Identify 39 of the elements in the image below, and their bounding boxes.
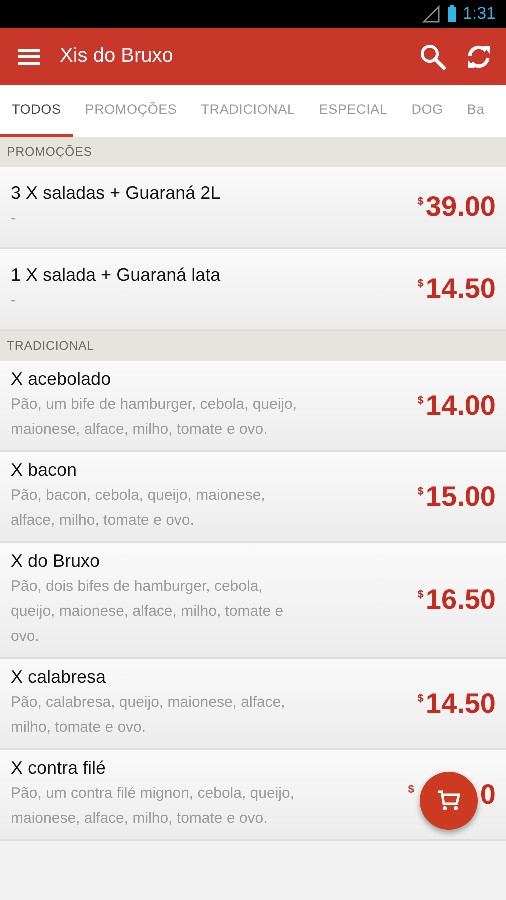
- app-title: Xis do Bruxo: [60, 45, 174, 68]
- clock-time: 1:31: [462, 4, 496, 24]
- item-price: 15.00: [426, 480, 496, 512]
- menu-item-row[interactable]: X contra filé Pão, um contra filé mignon, cebola, queijo, maionese, alface, milho, tomate e ovo. $ 0: [0, 750, 506, 841]
- menu-item-row[interactable]: X calabresa Pão, calabresa, queijo, maionese, alface, milho, tomate e ovo. $14.50: [0, 659, 506, 750]
- item-name: 1 X salada + Guaraná lata: [11, 265, 222, 286]
- currency-symbol: $: [418, 278, 424, 290]
- item-price: 0: [480, 778, 496, 810]
- item-name: X bacon: [11, 460, 78, 481]
- currency-symbol: $: [418, 196, 424, 208]
- item-name: X do Bruxo: [11, 551, 102, 572]
- menu-item-row[interactable]: 1 X salada + Guaraná lata - $14.50: [0, 249, 506, 331]
- item-description: -: [11, 291, 17, 311]
- item-description: Pão, dois bifes de hamburger, cebola, queijo, maionese, alface, milho, tomate e ovo.: [11, 577, 285, 647]
- item-description: Pão, bacon, cebola, queijo, maionese, alface, milho, tomate e ovo.: [11, 486, 266, 531]
- item-price: 39.00: [426, 191, 496, 223]
- item-description: Pão, um contra filé mignon, cebola, queijo, maionese, alface, milho, tomate e ovo.: [11, 784, 296, 829]
- item-price: 14.00: [426, 390, 496, 422]
- currency-symbol: $: [408, 784, 414, 796]
- currency-symbol: $: [418, 692, 424, 704]
- menu-item-row[interactable]: 3 X saladas + Guaraná 2L - $39.00: [0, 167, 506, 249]
- item-description: -: [11, 209, 17, 229]
- currency-symbol: $: [418, 589, 424, 601]
- item-name: X acebolado: [11, 369, 112, 390]
- item-name: 3 X saladas + Guaraná 2L: [11, 183, 222, 204]
- menu-item-row[interactable]: X acebolado Pão, um bife de hamburger, cebola, queijo, maionese, alface, milho, tomate e ovo. $14.00: [0, 361, 506, 452]
- item-price: 14.50: [426, 273, 496, 305]
- item-price: 14.50: [426, 688, 496, 720]
- item-description: Pão, um bife de hamburger, cebola, queijo, maionese, alface, milho, tomate e ovo.: [11, 395, 298, 440]
- menu-item-row[interactable]: X bacon Pão, bacon, cebola, queijo, maionese, alface, milho, tomate e ovo. $15.00: [0, 452, 506, 543]
- item-description: Pão, calabresa, queijo, maionese, alface, milho, tomate e ovo.: [11, 693, 286, 738]
- section-title: PROMOÇÕES: [7, 145, 92, 159]
- menu-item-row[interactable]: X do Bruxo Pão, dois bifes de hamburger, cebola, queijo, maionese, alface, milho, tomate e ovo. $16.50: [0, 543, 506, 659]
- item-name: X calabresa: [11, 667, 108, 688]
- currency-symbol: $: [418, 486, 424, 498]
- item-price: 16.50: [426, 584, 496, 616]
- section-title: TRADICIONAL: [7, 339, 94, 353]
- currency-symbol: $: [418, 394, 424, 406]
- item-name: X contra filé: [11, 758, 108, 779]
